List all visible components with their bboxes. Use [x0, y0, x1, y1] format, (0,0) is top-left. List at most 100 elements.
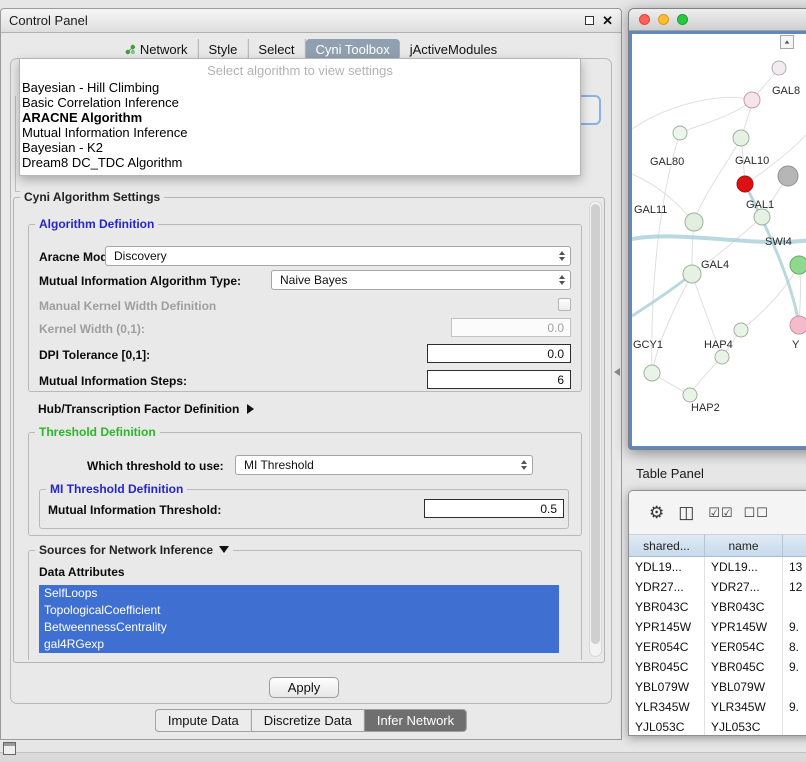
table-cell: YBR043C: [629, 597, 705, 617]
attribute-list-item[interactable]: SelfLoops: [39, 585, 559, 602]
manual-kernel-width-label: Manual Kernel Width Definition: [39, 299, 216, 313]
table-cell: YPR145W: [705, 617, 783, 637]
table-cell: 9.: [783, 697, 806, 717]
dpi-tolerance-field[interactable]: 0.0: [427, 344, 571, 363]
sources-title[interactable]: Sources for Network Inference: [35, 543, 233, 557]
tab-select[interactable]: Select: [248, 39, 305, 60]
tab-label: Style: [209, 42, 238, 57]
network-edge: [632, 274, 692, 316]
scrollbar-thumb[interactable]: [591, 204, 600, 644]
table-row[interactable]: YJL053CYJL053C: [629, 717, 806, 735]
tab-network[interactable]: Network: [115, 39, 199, 60]
aracne-mode-select[interactable]: Discovery: [105, 246, 571, 266]
canvas-scroll-button[interactable]: [780, 35, 794, 49]
manual-kernel-width-checkbox[interactable]: [558, 298, 571, 311]
node-label: Y: [792, 339, 800, 351]
algorithm-option[interactable]: ARACNE Algorithm: [20, 110, 580, 125]
panel-splitter-handle[interactable]: [614, 368, 620, 376]
tab-style[interactable]: Style: [199, 39, 249, 60]
tab-label: Cyni Toolbox: [316, 42, 390, 57]
settings-scrollbar[interactable]: [589, 201, 602, 657]
mi-algorithm-type-select[interactable]: Naive Bayes: [271, 270, 571, 290]
attribute-list-item[interactable]: gal4RGexp: [39, 636, 559, 653]
threshold-definition-group: Threshold Definition Which threshold to …: [28, 432, 582, 536]
which-threshold-select[interactable]: MI Threshold: [235, 455, 533, 475]
network-edge: [741, 265, 799, 330]
algorithm-option[interactable]: Bayesian - Hill Climbing: [20, 80, 580, 95]
algorithm-list: Bayesian - Hill ClimbingBasic Correlatio…: [20, 80, 580, 170]
table-cell: YDL19...: [629, 557, 705, 577]
table-header-row: shared... name: [629, 535, 806, 557]
network-node: [683, 265, 701, 283]
network-window-titlebar[interactable]: [629, 9, 806, 31]
close-icon[interactable]: ✕: [602, 16, 613, 26]
tab-cyni-toolbox[interactable]: Cyni Toolbox: [306, 39, 400, 60]
network-edge: [632, 97, 752, 129]
mi-threshold-field[interactable]: 0.5: [424, 499, 564, 518]
table-cell: YDR27...: [705, 577, 783, 597]
network-node: [790, 256, 806, 274]
deselect-all-checks-icon[interactable]: ☐☐: [744, 506, 769, 519]
tab-label: Network: [140, 42, 188, 57]
tab-jactivemodules[interactable]: jActiveModules: [400, 39, 507, 60]
column-header-name[interactable]: name: [705, 535, 783, 556]
dpi-tolerance-label: DPI Tolerance [0,1]:: [39, 348, 150, 362]
select-all-checks-icon[interactable]: ☑☑: [708, 506, 733, 519]
network-node: [772, 61, 786, 75]
table-cell: 9.: [783, 657, 806, 677]
network-canvas[interactable]: GAL8GAL80GAL10GAL11GAL1SWI4GAL4GCY1HAP4Y…: [629, 31, 806, 449]
table-row[interactable]: YBR043CYBR043C: [629, 597, 806, 617]
algorithm-option[interactable]: Dream8 DC_TDC Algorithm: [20, 155, 580, 170]
minimize-traffic-light[interactable]: [658, 14, 669, 25]
restore-panel-icon[interactable]: [3, 742, 16, 755]
tab-impute-data[interactable]: Impute Data: [155, 709, 251, 732]
node-label: GAL4: [701, 259, 729, 271]
node-label: GAL80: [650, 156, 684, 168]
network-node: [715, 350, 729, 364]
network-node: [790, 316, 806, 334]
float-panel-icon[interactable]: [585, 16, 594, 25]
network-edge: [694, 138, 741, 222]
node-label: HAP4: [704, 339, 733, 351]
algorithm-option[interactable]: Mutual Information Inference: [20, 125, 580, 140]
hidden-group-border: [15, 96, 16, 192]
close-traffic-light[interactable]: [639, 14, 650, 25]
tab-label: jActiveModules: [410, 42, 497, 57]
table-row[interactable]: YDL19...YDL19...13: [629, 557, 806, 577]
table-cell: 12: [783, 577, 806, 597]
mi-threshold-group: MI Threshold Definition Mutual Informati…: [39, 489, 569, 529]
mi-algorithm-type-label: Mutual Information Algorithm Type:: [39, 274, 241, 288]
sources-title-text: Sources for Network Inference: [39, 543, 213, 557]
attribute-list-item[interactable]: BetweennessCentrality: [39, 619, 559, 636]
gear-icon[interactable]: ⚙: [649, 504, 664, 521]
algorithm-option[interactable]: Basic Correlation Inference: [20, 95, 580, 110]
apply-button[interactable]: Apply: [269, 677, 339, 698]
attribute-list-item[interactable]: TopologicalCoefficient: [39, 602, 559, 619]
table-panel-window: ⚙ ◫ ☑☑ ☐☐ shared... name YDL19...YDL19..…: [628, 490, 806, 736]
columns-icon[interactable]: ◫: [678, 504, 694, 521]
tab-label: Select: [258, 42, 294, 57]
hub-definition-toggle[interactable]: Hub/Transcription Factor Definition: [38, 400, 254, 418]
mi-steps-field[interactable]: 6: [427, 370, 571, 389]
kernel-width-field[interactable]: 0.0: [451, 318, 571, 337]
table-row[interactable]: YLR345WYLR345W9.: [629, 697, 806, 717]
mi-threshold-value: 0.5: [540, 502, 557, 516]
tab-infer-network[interactable]: Infer Network: [364, 709, 467, 732]
table-row[interactable]: YBR045CYBR045C9.: [629, 657, 806, 677]
column-header-extra[interactable]: [783, 535, 806, 556]
table-row[interactable]: YDR27...YDR27...12: [629, 577, 806, 597]
zoom-traffic-light[interactable]: [677, 14, 688, 25]
network-edge: [652, 133, 680, 373]
table-row[interactable]: YER054CYER054C8.: [629, 637, 806, 657]
threshold-definition-title: Threshold Definition: [35, 425, 160, 439]
data-attributes-list[interactable]: SelfLoopsTopologicalCoefficientBetweenne…: [39, 585, 559, 655]
column-header-shared-name[interactable]: shared...: [629, 535, 705, 556]
table-cell: YBL079W: [629, 677, 705, 697]
table-row[interactable]: YPR145WYPR145W9.: [629, 617, 806, 637]
table-panel-title: Table Panel: [636, 466, 704, 481]
algorithm-option[interactable]: Bayesian - K2: [20, 140, 580, 155]
network-node: [744, 92, 760, 108]
tab-discretize-data[interactable]: Discretize Data: [251, 709, 364, 732]
table-row[interactable]: YBL079WYBL079W: [629, 677, 806, 697]
table-cell: [783, 717, 806, 735]
